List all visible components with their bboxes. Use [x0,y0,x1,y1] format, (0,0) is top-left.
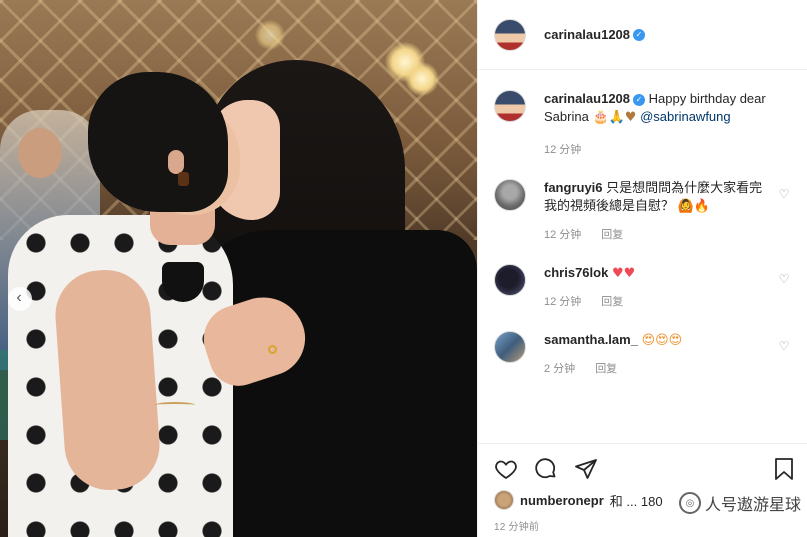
watermark-logo-icon: ◎ [678,492,701,514]
post-side-panel: carinalau1208 ✓ carinalau1208 ✓ Happy bir… [477,0,807,537]
black-bow [162,262,204,302]
watermark-text: 人号遨游星球 [704,497,801,514]
comment-emojis: 😍😍😍 [641,333,683,348]
post-photo[interactable]: ‹ [0,0,477,537]
comment-like-heart-icon[interactable]: ♡ [777,272,791,286]
paper-plane-icon [575,458,597,479]
bookmark-icon [775,457,793,480]
verified-badge-icon: ✓ [633,28,646,41]
reply-button[interactable]: 回复 [601,226,623,244]
liker-username[interactable]: numberonepr [520,493,604,508]
author-username[interactable]: carinalau1208 [544,27,630,42]
reply-button[interactable]: 回复 [601,293,623,311]
commenter-username[interactable]: samantha.lam_ [544,332,638,347]
comment-time: 2 分钟 [544,363,576,375]
verified-badge-icon: ✓ [633,93,646,106]
caption-username[interactable]: carinalau1208 [544,91,630,106]
post-header: carinalau1208 ✓ [478,0,807,70]
likes-summary: numberonepr 和 ... 180 [494,490,663,510]
chevron-left-icon: ‹ [16,289,22,306]
liker-avatar[interactable] [494,490,514,510]
likes-count-text[interactable]: 和 ... 180 [610,491,663,510]
comment-item: fangruyi6 只是想問問為什麼大家看完我的視頻後總是自慰？ 🙆🔥 12 分… [494,179,791,244]
ring [268,345,277,354]
action-bar [478,443,807,493]
save-button[interactable] [772,457,796,481]
instagram-post-view: ‹ carinalau1208 ✓ carinalau1208 ✓ Happy b… [0,0,807,537]
caption-avatar[interactable] [494,90,526,122]
comment-item: samantha.lam_ 😍😍😍 2 分钟 回复 ♡ [494,331,791,378]
share-button[interactable] [574,457,598,481]
comment-time: 12 分钟 [544,229,582,241]
caption-emojis: 🎂🙏♥ [592,110,637,125]
background-person-head [18,128,62,178]
caption-mention[interactable]: @sabrinawfung [640,109,731,124]
woman-left-hair [88,72,228,212]
comment-bubble-icon [535,457,556,478]
lamp-light [405,62,439,96]
reply-button[interactable]: 回复 [595,360,617,378]
author-avatar[interactable] [494,18,526,51]
woman-left-ear [168,150,184,174]
comment-like-heart-icon[interactable]: ♡ [777,187,791,201]
caption-time: 12 分钟 [544,144,582,156]
comment-time: 12 分钟 [544,296,582,308]
comment-emojis: 🙆🔥 [677,199,711,214]
like-button[interactable] [494,457,518,481]
commenter-avatar[interactable] [494,179,526,211]
woman-left-arm [52,266,163,494]
commenter-username[interactable]: fangruyi6 [544,180,603,195]
lamp-light [255,20,285,50]
earring [178,172,189,186]
commenter-username[interactable]: chris76lok [544,265,608,280]
comments-list: carinalau1208 ✓ Happy birthday dear Sabri… [478,70,807,378]
heart-icon [495,460,517,479]
comment-item: chris76lok ♥♥ 12 分钟 回复 ♡ [494,264,791,311]
caption: carinalau1208 ✓ Happy birthday dear Sabri… [494,90,791,159]
commenter-avatar[interactable] [494,264,526,296]
watermark: ◎ 人号遨游星球 [678,491,801,515]
bracelet [155,402,195,408]
commenter-avatar[interactable] [494,331,526,363]
comment-like-heart-icon[interactable]: ♡ [777,339,791,353]
comment-button[interactable] [534,457,558,481]
comment-emojis: ♥♥ [611,266,636,281]
post-timestamp: 12 分钟前 [494,522,540,533]
previous-photo-button[interactable]: ‹ [8,287,32,311]
